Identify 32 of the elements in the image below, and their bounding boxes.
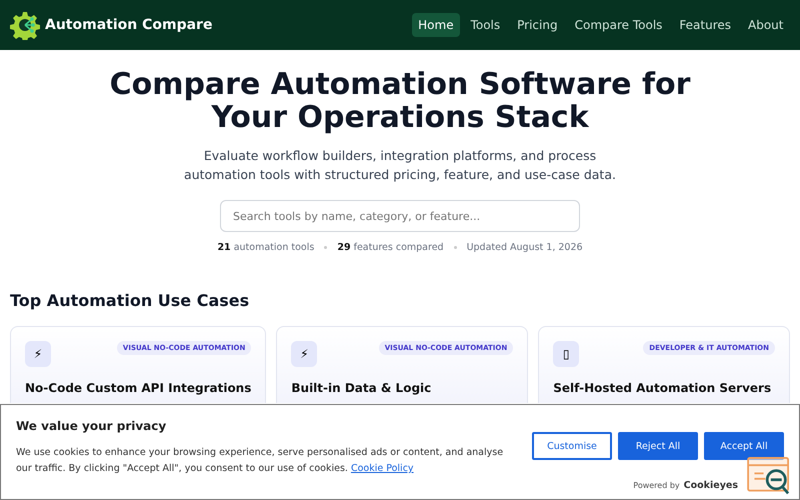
nav-link[interactable]: Home	[412, 13, 460, 37]
brand-name[interactable]: Automation Compare	[45, 17, 212, 33]
cookie-policy-link[interactable]: Cookie Policy	[350, 463, 414, 474]
stat-text: Updated August 1, 2026	[466, 242, 583, 253]
nav-link[interactable]: Features	[672, 13, 738, 37]
card-title: Self-Hosted Automation Servers	[553, 381, 772, 395]
cookie-settings-icon[interactable]	[747, 457, 791, 497]
cookie-button[interactable]: Accept All	[704, 432, 784, 460]
stat-text: 21 automation tools	[217, 242, 314, 253]
separator-dot	[324, 246, 328, 249]
stat-text: 29 features compared	[337, 242, 444, 253]
hero-subtitle: Evaluate workflow builders, integration platforms, and process automation tools with structured pricing, feature, and use-case data.	[183, 147, 617, 184]
nav-link[interactable]: About	[742, 13, 790, 37]
powered-by-text: Powered by	[633, 481, 680, 490]
separator-dot	[454, 246, 457, 249]
card-title: No-Code Custom API Integrations	[25, 381, 252, 395]
card-icon: ▯	[553, 341, 580, 367]
section-heading: Top Automation Use Cases	[10, 291, 250, 310]
hero-title: Compare Automation Software for Your Operations Stack	[108, 68, 692, 134]
nav-link[interactable]: Compare Tools	[568, 13, 669, 37]
card-title: Built-in Data & Logic	[291, 381, 432, 395]
provider-name: Cookieyes	[684, 480, 738, 491]
cookie-button[interactable]: Reject All	[618, 432, 698, 460]
card-icon: ⚡	[291, 341, 318, 367]
nav-link[interactable]: Tools	[464, 13, 507, 37]
banner-title: We value your privacy	[16, 419, 168, 433]
nav-link[interactable]: Pricing	[510, 13, 564, 37]
card-icon: ⚡	[25, 341, 51, 367]
cookie-notice-text: We use cookies to enhance your browsing experience, serve personalised ads or content, and analyse our traffic. By clicking "Accept All", you consent to our use of cookies. Cookie Policy	[16, 446, 504, 476]
search-field[interactable]: Search tools by name, category, or feature...	[220, 200, 580, 232]
cookie-button[interactable]: Customise	[532, 432, 612, 460]
gear-circuit-logo-icon	[10, 10, 40, 40]
